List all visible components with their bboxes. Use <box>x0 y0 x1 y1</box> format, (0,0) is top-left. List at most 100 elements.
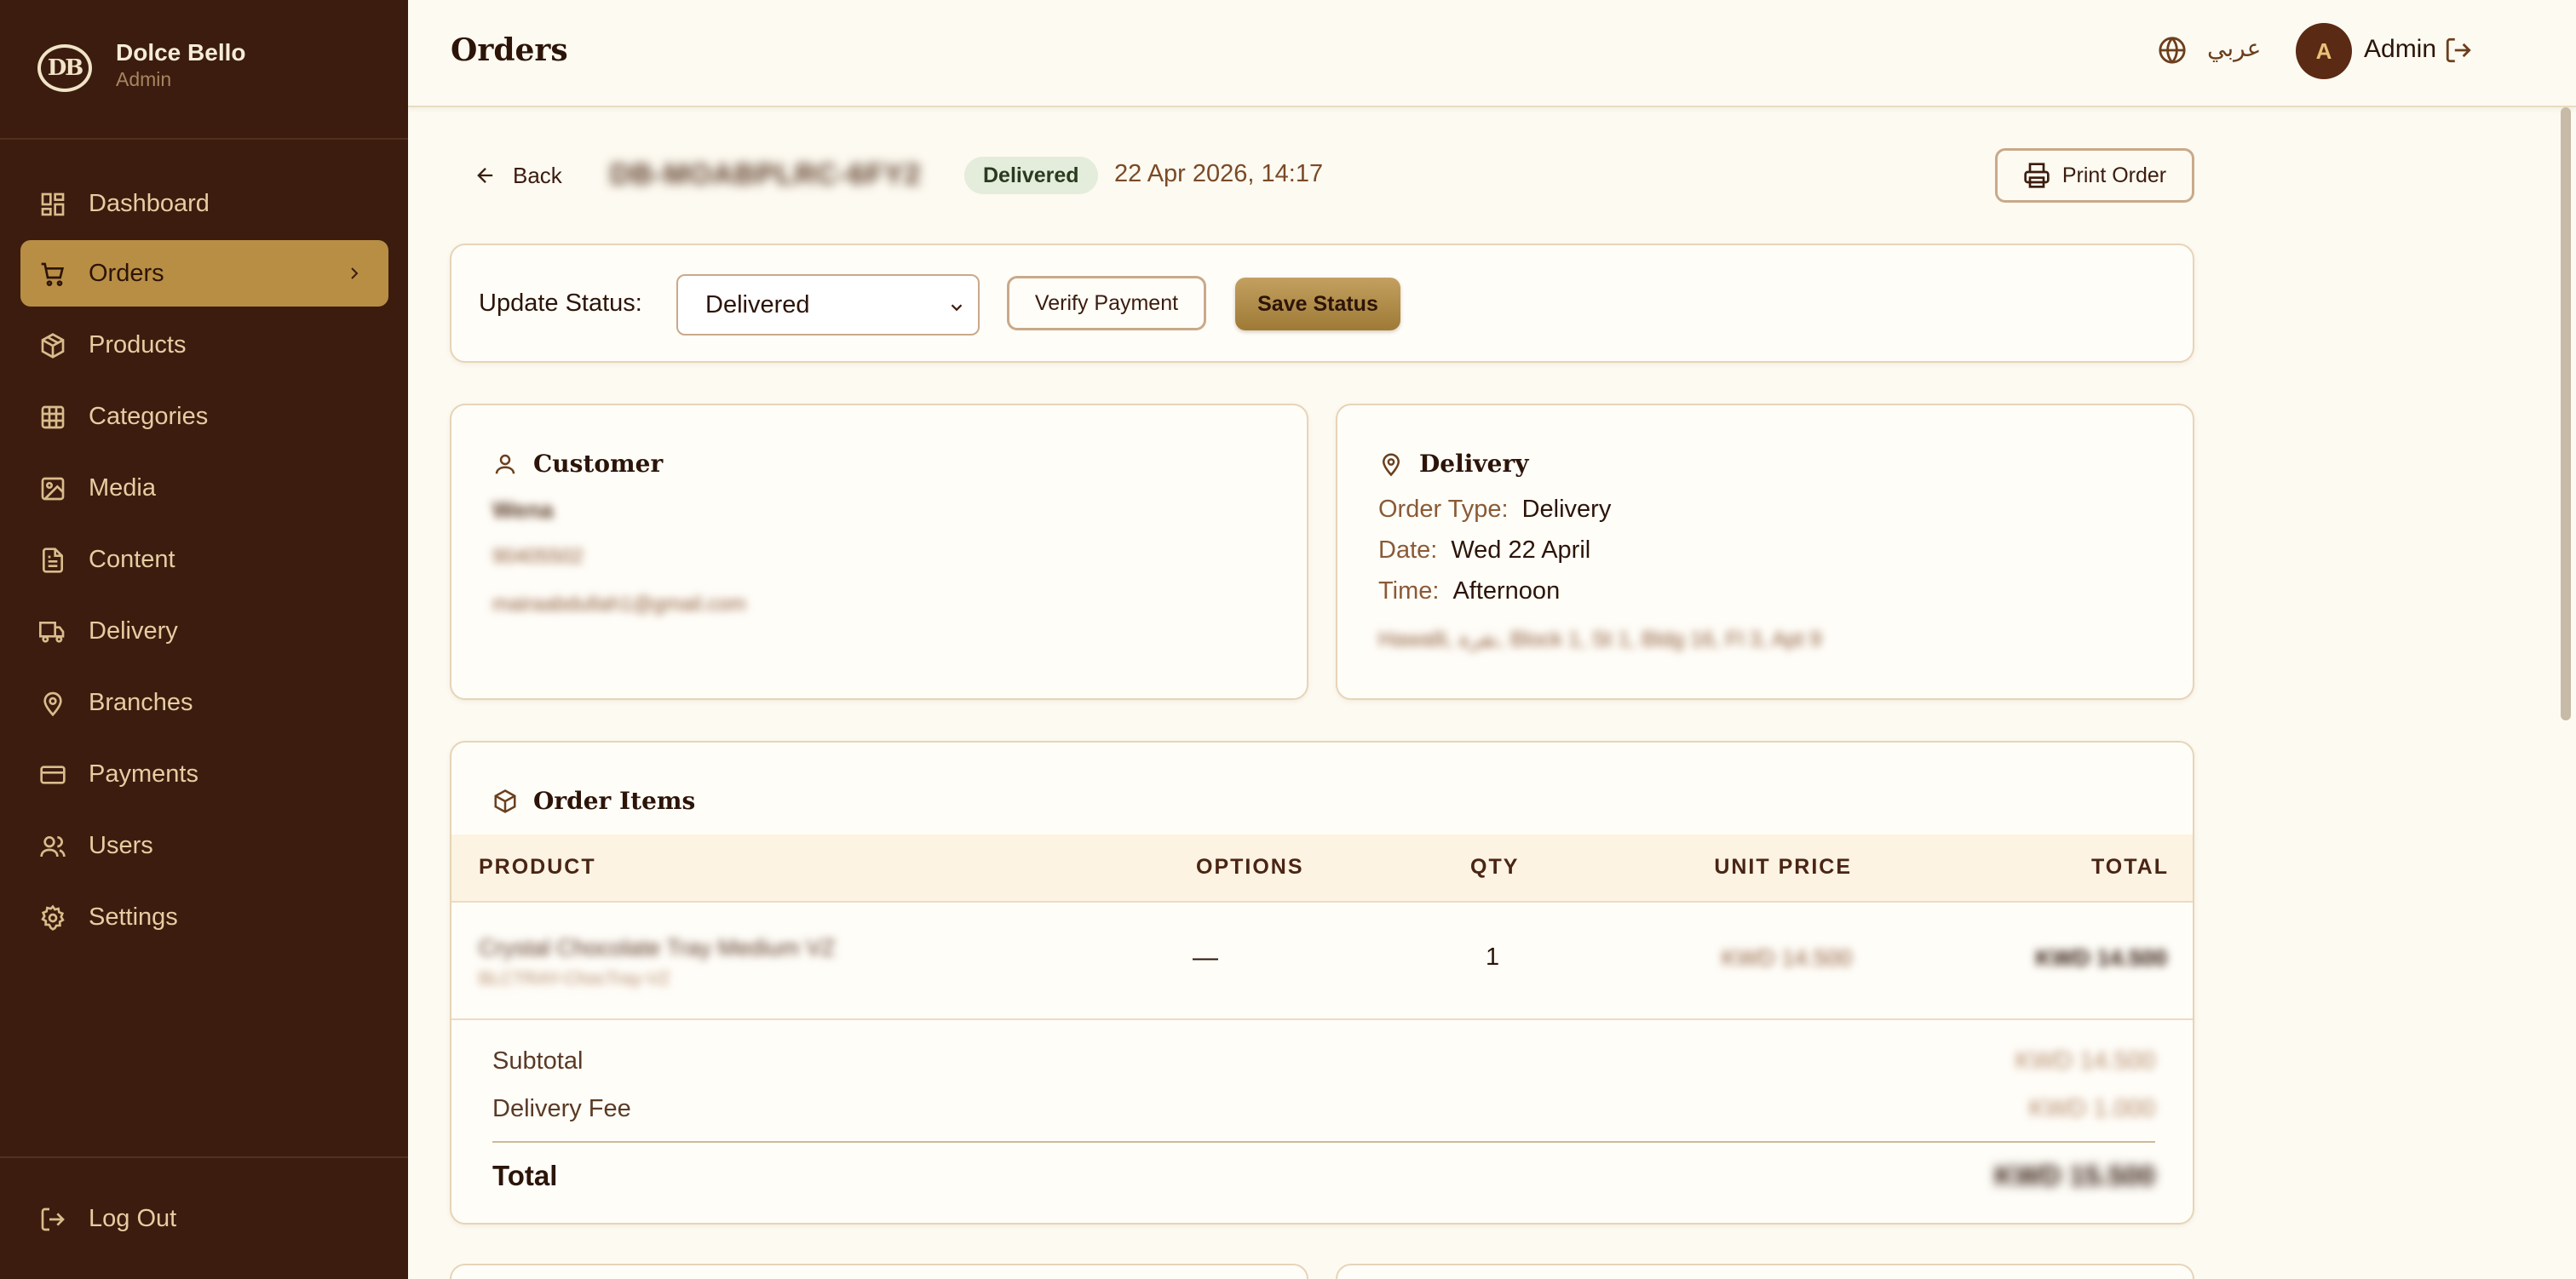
totals-divider <box>492 1141 2155 1143</box>
delivery-time-value: Afternoon <box>1452 577 1561 605</box>
sidebar-item-label: Payments <box>89 760 198 788</box>
customer-phone[interactable]: 90405502 <box>492 545 584 569</box>
logout-icon[interactable] <box>2444 36 2473 65</box>
print-order-label: Print Order <box>2061 163 2167 187</box>
brand-name: Dolce Bello <box>116 39 246 66</box>
back-button[interactable]: Back <box>474 160 562 191</box>
sidebar-item-branches[interactable]: Branches <box>20 669 388 736</box>
order-type-label: Order Type: <box>1378 496 1509 523</box>
sidebar-item-categories[interactable]: Categories <box>20 383 388 450</box>
next-card-right <box>1336 1264 2194 1279</box>
logout-label: Log Out <box>89 1204 177 1232</box>
sidebar-item-label: Categories <box>89 402 209 430</box>
sidebar-item-media[interactable]: Media <box>20 455 388 521</box>
gear-icon <box>41 904 65 931</box>
sidebar-item-settings[interactable]: Settings <box>20 884 388 950</box>
product-options: — <box>1193 943 1218 972</box>
delivery-date-value: Wed 22 April <box>1451 536 1591 564</box>
delivery-time-row: Time: Afternoon <box>1378 577 1560 605</box>
logout-button[interactable]: Log Out <box>20 1185 388 1252</box>
cart-icon <box>41 262 65 286</box>
column-total: TOTAL <box>2090 855 2169 879</box>
map-pin-icon <box>43 691 62 717</box>
next-card-left <box>450 1264 1308 1279</box>
back-label: Back <box>513 162 562 188</box>
credit-card-icon <box>40 766 66 784</box>
order-id: DB-MOABPLRC-6FY2 <box>610 158 922 191</box>
document-icon <box>43 548 63 573</box>
table-row: Crystal Chocolate Tray Medium VZ BLCTRAY… <box>451 903 2193 1020</box>
grid-icon <box>41 405 65 429</box>
sidebar-item-payments[interactable]: Payments <box>20 741 388 807</box>
map-pin-icon <box>1382 453 1400 476</box>
subtotal-row: Subtotal KWD 14.500 <box>492 1047 2155 1075</box>
product-total: KWD 14.500 <box>2035 945 2167 971</box>
sidebar-item-label: Products <box>89 330 187 358</box>
user-icon <box>495 454 515 473</box>
status-select-value: Delivered <box>705 290 810 318</box>
save-status-button[interactable]: Save Status <box>1235 278 1400 330</box>
update-status-label: Update Status: <box>479 290 642 317</box>
delivery-address: Hawalli, نقرة, Block 1, St 1, Bldg 16, F… <box>1378 628 1822 651</box>
chevron-right-icon <box>351 267 359 279</box>
column-options: OPTIONS <box>1196 855 1304 879</box>
delivery-card-header: Delivery <box>1378 450 1528 478</box>
sidebar-item-label: Dashboard <box>89 189 210 217</box>
language-toggle[interactable]: عربي <box>2207 34 2261 62</box>
brand-header: DB Dolce Bello Admin <box>0 0 408 140</box>
order-type-value: Delivery <box>1521 496 1612 523</box>
globe-icon[interactable] <box>2158 36 2187 65</box>
top-bar: Orders عربي A Admin <box>408 0 2576 107</box>
status-badge: Delivered <box>964 157 1098 194</box>
sidebar-item-users[interactable]: Users <box>20 812 388 879</box>
sidebar-item-label: Orders <box>89 259 164 287</box>
total-label: Total <box>492 1160 558 1191</box>
brand-logo: DB <box>37 44 92 92</box>
product-qty: 1 <box>1486 943 1500 971</box>
sidebar-item-label: Delivery <box>89 617 178 645</box>
order-items-card: Order Items PRODUCT OPTIONS QTY UNIT PRI… <box>450 741 2194 1225</box>
total-row: Total KWD 15.500 <box>492 1160 2155 1192</box>
sidebar-item-label: Users <box>89 831 153 859</box>
page-scrollbar[interactable] <box>2561 107 2571 720</box>
sidebar: DB Dolce Bello Admin Dashboard Orders Pr… <box>0 0 408 1279</box>
sidebar-item-content[interactable]: Content <box>20 526 388 593</box>
sidebar-item-label: Settings <box>89 903 178 931</box>
customer-name: Wena <box>492 497 554 523</box>
column-qty: QTY <box>1470 855 1520 879</box>
delivery-fee-label: Delivery Fee <box>492 1095 631 1122</box>
customer-card: Customer Wena 90405502 mairaabdullah1@gm… <box>450 404 1308 700</box>
box-icon <box>41 333 65 358</box>
delivery-fee-row: Delivery Fee KWD 1.000 <box>492 1095 2155 1123</box>
total-value: KWD 15.500 <box>1994 1160 2155 1191</box>
sidebar-item-label: Content <box>89 545 175 573</box>
customer-card-title: Customer <box>533 450 664 478</box>
sidebar-item-label: Media <box>89 473 156 502</box>
verify-payment-button[interactable]: Verify Payment <box>1007 276 1206 330</box>
customer-card-header: Customer <box>492 450 663 478</box>
product-unit-price: KWD 14.500 <box>1721 945 1852 971</box>
order-items-header: Order Items <box>492 787 695 815</box>
avatar[interactable]: A <box>2296 23 2352 79</box>
product-name: Crystal Chocolate Tray Medium VZ <box>479 935 836 961</box>
subtotal-label: Subtotal <box>492 1047 584 1075</box>
customer-email[interactable]: mairaabdullah1@gmail.com <box>492 593 746 617</box>
chevron-down-icon <box>951 304 963 312</box>
users-icon <box>40 836 66 857</box>
delivery-card-title: Delivery <box>1419 450 1529 478</box>
sidebar-item-label: Branches <box>89 688 193 716</box>
sidebar-item-products[interactable]: Products <box>20 312 388 378</box>
delivery-date-label: Date: <box>1378 536 1438 564</box>
delivery-time-label: Time: <box>1378 577 1440 605</box>
brand-role: Admin <box>116 68 172 90</box>
sidebar-item-delivery[interactable]: Delivery <box>20 598 388 664</box>
status-select[interactable]: Delivered <box>676 274 980 336</box>
image-icon <box>41 477 65 501</box>
box-icon <box>494 789 516 813</box>
sidebar-item-orders[interactable]: Orders <box>20 240 388 307</box>
order-type-row: Order Type: Delivery <box>1378 496 1611 524</box>
print-order-button[interactable]: Print Order <box>1995 148 2194 203</box>
logout-icon <box>41 1207 65 1231</box>
order-datetime: 22 Apr 2026, 14:17 <box>1114 160 1324 187</box>
sidebar-item-dashboard[interactable]: Dashboard <box>20 170 388 237</box>
